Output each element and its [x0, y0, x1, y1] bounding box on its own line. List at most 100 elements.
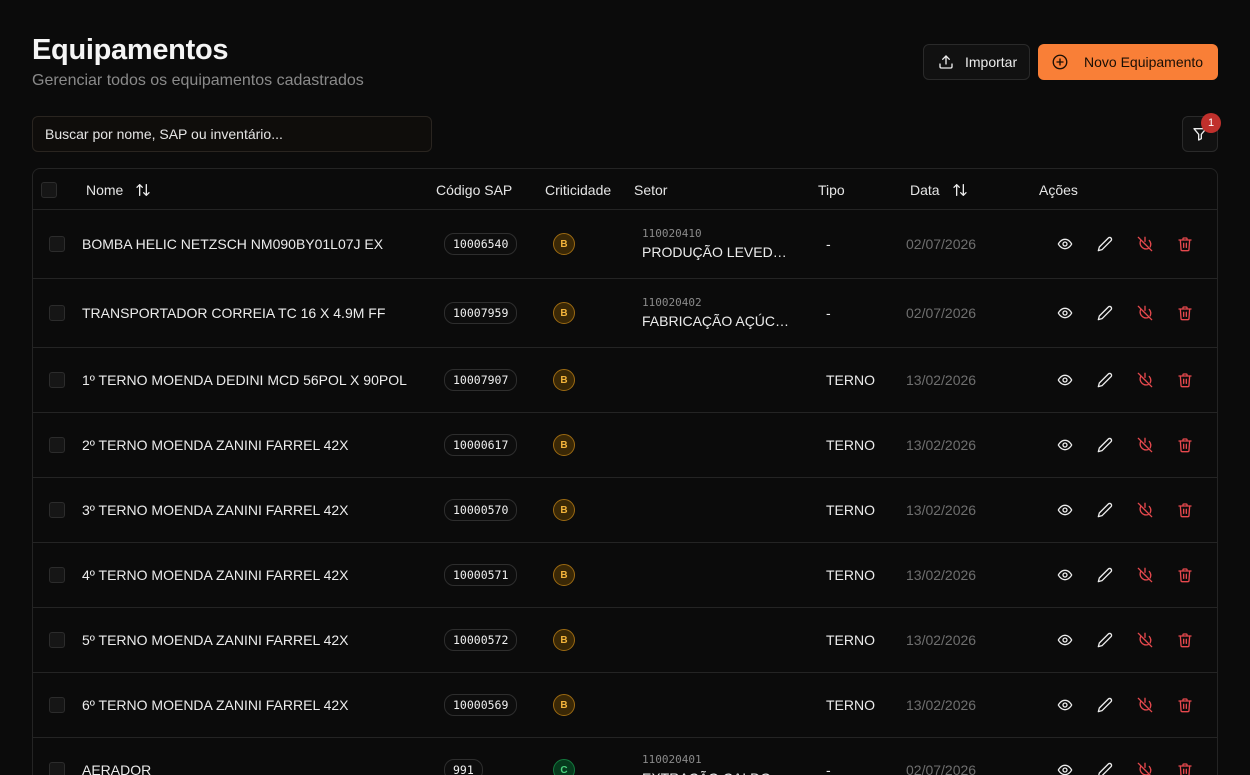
row-checkbox[interactable] [49, 502, 65, 518]
row-checkbox[interactable] [49, 305, 65, 321]
trash-icon[interactable] [1175, 565, 1195, 585]
criticality-badge: B [553, 629, 575, 651]
eye-icon[interactable] [1055, 234, 1075, 254]
select-all-cell [41, 169, 57, 210]
power-off-icon[interactable] [1135, 630, 1155, 650]
power-off-icon[interactable] [1135, 760, 1155, 775]
row-actions [1055, 478, 1195, 542]
tipo-cell: TERNO [826, 502, 875, 518]
row-checkbox[interactable] [49, 236, 65, 252]
eye-icon[interactable] [1055, 370, 1075, 390]
trash-icon[interactable] [1175, 630, 1195, 650]
row-actions [1055, 210, 1195, 278]
pencil-icon[interactable] [1095, 370, 1115, 390]
column-acoes-label: Ações [1039, 181, 1078, 198]
column-nome[interactable]: Nome [86, 169, 153, 210]
eye-icon[interactable] [1055, 695, 1075, 715]
row-checkbox[interactable] [49, 632, 65, 648]
date-cell: 13/02/2026 [906, 567, 977, 583]
power-off-icon[interactable] [1135, 234, 1155, 254]
eye-icon[interactable] [1055, 760, 1075, 775]
row-actions [1055, 348, 1195, 412]
column-sap: Código SAP [436, 169, 512, 210]
equipment-name[interactable]: 3º TERNO MOENDA ZANINI FARREL 42X [82, 478, 349, 542]
trash-icon[interactable] [1175, 695, 1195, 715]
tipo-cell: TERNO [826, 437, 875, 453]
row-select-cell [49, 673, 65, 737]
power-off-icon[interactable] [1135, 303, 1155, 323]
trash-icon[interactable] [1175, 500, 1195, 520]
equipment-name[interactable]: TRANSPORTADOR CORREIA TC 16 X 4.9M FF [82, 279, 385, 347]
criticidade-cell: B [553, 673, 575, 737]
sort-icon [950, 180, 970, 200]
select-all-checkbox[interactable] [41, 181, 57, 198]
import-button[interactable]: Importar [923, 44, 1030, 80]
row-actions [1055, 279, 1195, 347]
setor-code: 110020402 [642, 296, 702, 309]
row-checkbox[interactable] [49, 697, 65, 713]
equipment-name[interactable]: AERADOR [82, 738, 151, 775]
setor-name: EXTRAÇÃO CALDO [642, 769, 771, 775]
row-actions [1055, 413, 1195, 477]
table-row: 5º TERNO MOENDA ZANINI FARREL 42X 1000057… [33, 608, 1217, 673]
equipment-name[interactable]: BOMBA HELIC NETZSCH NM090BY01L07J EX [82, 210, 383, 278]
trash-icon[interactable] [1175, 303, 1195, 323]
pencil-icon[interactable] [1095, 760, 1115, 775]
pencil-icon[interactable] [1095, 435, 1115, 455]
row-checkbox[interactable] [49, 372, 65, 388]
setor-name: PRODUÇÃO LEVEDU... [642, 244, 792, 260]
column-tipo-label: Tipo [818, 181, 845, 198]
trash-icon[interactable] [1175, 234, 1195, 254]
criticality-badge: B [553, 564, 575, 586]
criticality-badge: B [553, 302, 575, 324]
tipo-cell: - [826, 236, 831, 252]
criticidade-cell: C [553, 738, 575, 775]
page-title: Equipamentos [32, 34, 229, 66]
tipo-cell: TERNO [826, 632, 875, 648]
power-off-icon[interactable] [1135, 370, 1155, 390]
power-off-icon[interactable] [1135, 695, 1155, 715]
criticality-badge: B [553, 233, 575, 255]
pencil-icon[interactable] [1095, 303, 1115, 323]
new-equipment-button[interactable]: Novo Equipamento [1038, 44, 1218, 80]
column-data[interactable]: Data [910, 169, 970, 210]
row-actions [1055, 543, 1195, 607]
equipment-name[interactable]: 6º TERNO MOENDA ZANINI FARREL 42X [82, 673, 349, 737]
sap-cell: 10000569 [444, 673, 518, 737]
criticidade-cell: B [553, 478, 575, 542]
eye-icon[interactable] [1055, 500, 1075, 520]
equipment-name[interactable]: 4º TERNO MOENDA ZANINI FARREL 42X [82, 543, 349, 607]
pencil-icon[interactable] [1095, 695, 1115, 715]
pencil-icon[interactable] [1095, 630, 1115, 650]
sap-cell: 991 [444, 738, 483, 775]
row-checkbox[interactable] [49, 567, 65, 583]
power-off-icon[interactable] [1135, 500, 1155, 520]
table-row: 1º TERNO MOENDA DEDINI MCD 56POL X 90POL… [33, 348, 1217, 413]
eye-icon[interactable] [1055, 565, 1075, 585]
date-cell: 02/07/2026 [906, 762, 977, 775]
pencil-icon[interactable] [1095, 234, 1115, 254]
trash-icon[interactable] [1175, 370, 1195, 390]
row-select-cell [49, 543, 65, 607]
pencil-icon[interactable] [1095, 565, 1115, 585]
criticidade-cell: B [553, 543, 575, 607]
equipment-name[interactable]: 1º TERNO MOENDA DEDINI MCD 56POL X 90POL [82, 348, 407, 412]
trash-icon[interactable] [1175, 760, 1195, 775]
pencil-icon[interactable] [1095, 500, 1115, 520]
eye-icon[interactable] [1055, 303, 1075, 323]
equipment-name[interactable]: 5º TERNO MOENDA ZANINI FARREL 42X [82, 608, 349, 672]
eye-icon[interactable] [1055, 435, 1075, 455]
row-checkbox[interactable] [49, 437, 65, 453]
tipo-cell: - [826, 762, 831, 775]
equipment-name[interactable]: 2º TERNO MOENDA ZANINI FARREL 42X [82, 413, 349, 477]
power-off-icon[interactable] [1135, 565, 1155, 585]
power-off-icon[interactable] [1135, 435, 1155, 455]
row-select-cell [49, 413, 65, 477]
search-input[interactable] [32, 116, 432, 152]
eye-icon[interactable] [1055, 630, 1075, 650]
sap-code-pill: 10000569 [444, 694, 518, 716]
trash-icon[interactable] [1175, 435, 1195, 455]
row-checkbox[interactable] [49, 762, 65, 775]
column-nome-label: Nome [86, 181, 124, 198]
criticidade-cell: B [553, 413, 575, 477]
